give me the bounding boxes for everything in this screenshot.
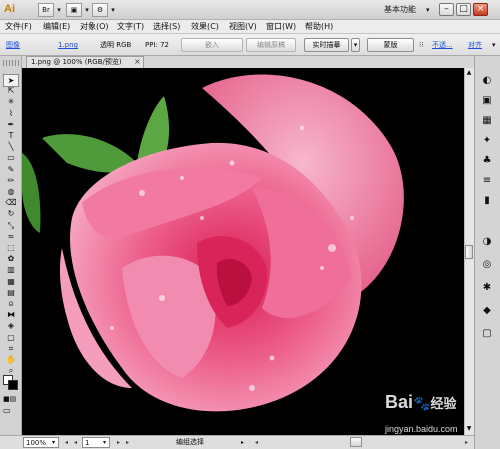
layers-icon[interactable]: ◆	[479, 304, 495, 317]
settings-icon[interactable]: ⚙	[92, 3, 108, 17]
previous-artboard-icon[interactable]: ◂	[71, 437, 80, 448]
bridge-button[interactable]: Br	[38, 3, 54, 17]
object-type-label[interactable]: 图像	[6, 39, 20, 51]
menu-file[interactable]: 文件(F)	[5, 20, 32, 34]
menu-select[interactable]: 选择(S)	[153, 20, 180, 34]
appearance-icon[interactable]: ◎	[479, 258, 495, 271]
horizontal-scroll-thumb[interactable]	[350, 437, 362, 447]
menu-effect[interactable]: 效果(C)	[191, 20, 219, 34]
chevron-down-icon[interactable]: ▾	[426, 3, 434, 17]
arrange-documents-icon[interactable]: ▾	[54, 3, 64, 17]
close-icon[interactable]: ×	[134, 57, 142, 67]
edit-original-button[interactable]: 编辑原稿	[246, 38, 296, 52]
arrange-documents-button[interactable]: ▣	[66, 3, 82, 17]
color-mode-buttons[interactable]: ■▤	[3, 395, 19, 403]
chevron-down-icon[interactable]: ▾	[82, 3, 92, 17]
baidu-watermark: Bai🐾经验	[385, 392, 457, 412]
stroke-icon[interactable]: ≡	[479, 174, 495, 187]
scroll-up-icon[interactable]: ▲	[465, 69, 473, 77]
brushes-icon[interactable]: ✦	[479, 134, 495, 147]
color-panel-icon[interactable]: ◐	[479, 74, 495, 87]
color-guide-icon[interactable]: ▣	[479, 94, 495, 107]
stroke-color-swatch[interactable]	[8, 380, 18, 390]
chevron-down-icon[interactable]: ▾	[103, 437, 111, 448]
panel-menu-icon[interactable]: ▾	[492, 39, 498, 51]
first-artboard-icon[interactable]: ◂	[62, 437, 71, 448]
linked-file-link[interactable]: 1.png	[58, 39, 78, 51]
transparency-icon[interactable]: ◑	[479, 235, 495, 248]
opacity-link[interactable]: 不透...	[432, 39, 453, 51]
screen-mode-icon[interactable]: ▭	[3, 406, 19, 416]
gradient-icon[interactable]: ▮	[479, 194, 495, 207]
status-text[interactable]: 编组选择	[176, 437, 236, 448]
last-artboard-icon[interactable]: ▸	[123, 437, 132, 448]
maximize-button[interactable]: □	[456, 3, 471, 16]
mask-button[interactable]: 蒙版	[367, 38, 414, 52]
embed-button[interactable]: 嵌入	[181, 38, 243, 52]
live-trace-button[interactable]: 实时描摹	[304, 38, 349, 52]
scroll-down-icon[interactable]: ▼	[465, 425, 473, 433]
transform-icon[interactable]: ⁝⁝	[419, 39, 429, 51]
scroll-right-icon[interactable]: ▸	[462, 437, 471, 448]
ppi-label: PPI: 72	[145, 41, 169, 49]
menu-type[interactable]: 文字(T)	[117, 20, 144, 34]
menu-window[interactable]: 窗口(W)	[266, 20, 296, 34]
next-artboard-icon[interactable]: ▸	[114, 437, 123, 448]
menu-view[interactable]: 视图(V)	[229, 20, 257, 34]
graphic-styles-icon[interactable]: ✱	[479, 281, 495, 294]
color-mode-label: 透明 RGB	[100, 41, 132, 49]
menu-edit[interactable]: 编辑(E)	[43, 20, 70, 34]
close-button[interactable]: ×	[473, 3, 488, 16]
vertical-scroll-thumb[interactable]	[465, 245, 473, 259]
trace-options-dropdown[interactable]: ▾	[351, 38, 360, 52]
scroll-left-icon[interactable]: ◂	[252, 437, 261, 448]
app-logo: Ai	[4, 3, 15, 15]
artboards-icon[interactable]: ▢	[479, 327, 495, 340]
minimize-button[interactable]: –	[439, 3, 454, 16]
chevron-down-icon[interactable]: ▾	[108, 3, 118, 17]
swatches-icon[interactable]: ▦	[479, 114, 495, 127]
status-menu-icon[interactable]: ▸	[241, 437, 249, 448]
menu-object[interactable]: 对象(O)	[80, 20, 109, 34]
menu-help[interactable]: 帮助(H)	[305, 20, 333, 34]
panel-grip[interactable]	[3, 60, 19, 66]
watermark-url: jingyan.baidu.com	[385, 424, 458, 434]
chevron-down-icon[interactable]: ▾	[52, 437, 60, 448]
document-tab[interactable]: 1.png @ 100% (RGB/预览)	[26, 56, 144, 68]
rose-image	[22, 74, 404, 412]
align-link[interactable]: 对齐	[468, 39, 482, 51]
symbols-icon[interactable]: ♣	[479, 154, 495, 167]
